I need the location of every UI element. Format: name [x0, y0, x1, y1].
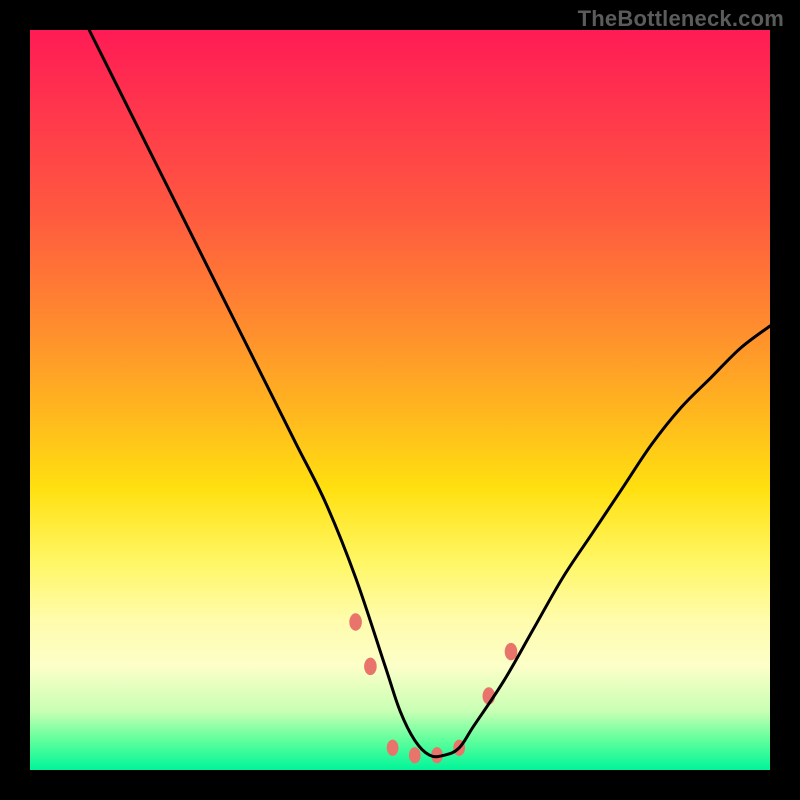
marker-bottom-1	[387, 740, 399, 756]
bottleneck-curve	[89, 30, 770, 757]
marker-left-upper	[349, 613, 362, 631]
chart-svg	[30, 30, 770, 770]
marker-left-lower	[364, 658, 377, 676]
chart-plot-area	[30, 30, 770, 770]
watermark-text: TheBottleneck.com	[578, 6, 784, 32]
chart-frame: TheBottleneck.com	[0, 0, 800, 800]
marker-bottom-2	[409, 747, 421, 763]
marker-right-upper	[505, 643, 518, 661]
